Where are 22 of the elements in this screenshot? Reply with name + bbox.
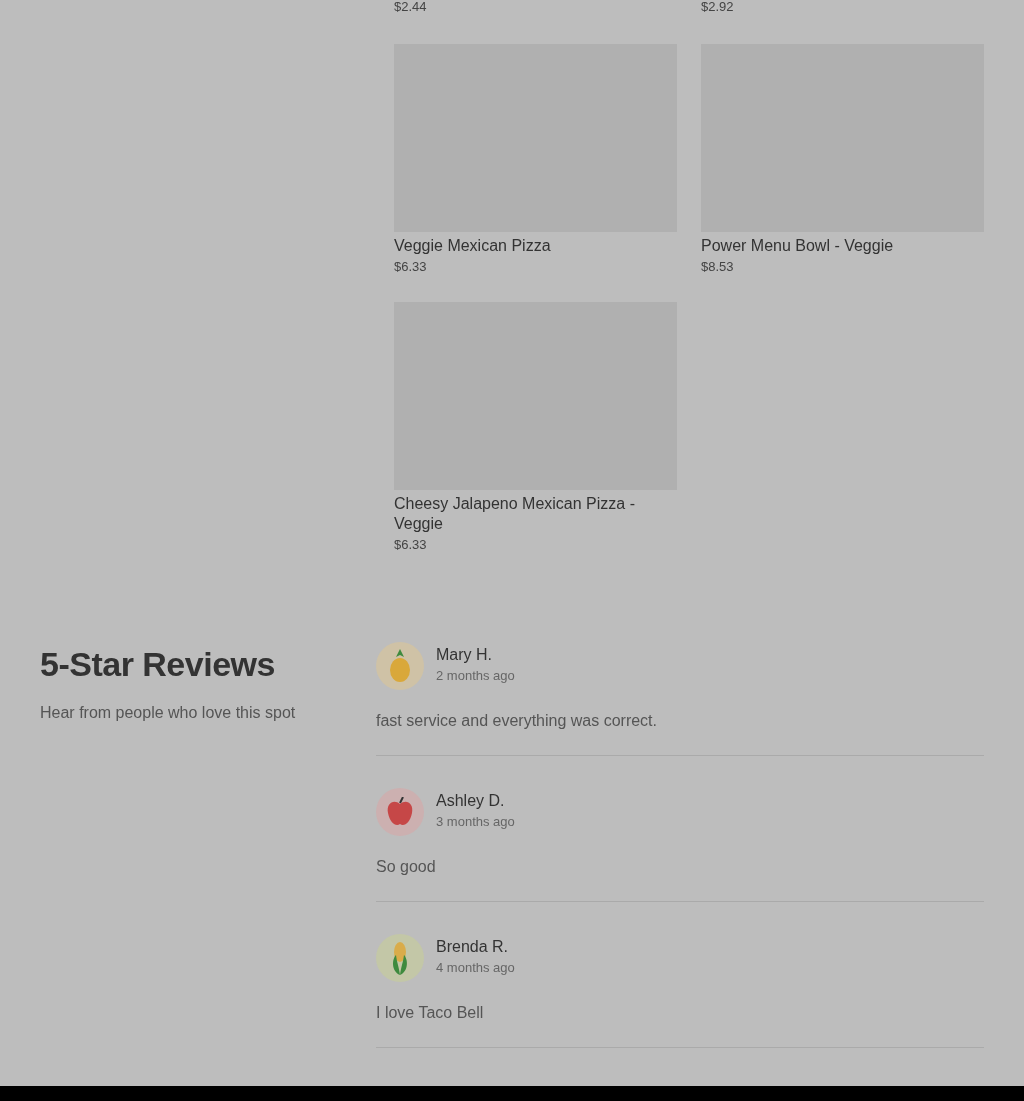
item-name[interactable]: Veggie Mexican Pizza xyxy=(394,236,677,256)
corn-icon xyxy=(391,941,409,975)
item-price: $2.92 xyxy=(701,0,735,16)
item-price: $6.33 xyxy=(394,258,428,276)
reviewer-name: Mary H. xyxy=(436,645,493,664)
section-subtitle: Hear from people who love this spot xyxy=(40,704,297,722)
review-time: 4 months ago xyxy=(436,959,515,975)
section-title: 5-Star Reviews xyxy=(40,644,276,685)
pineapple-icon xyxy=(389,649,411,683)
review-text: fast service and everything was correct. xyxy=(376,712,658,730)
item-price: $6.33 xyxy=(394,536,428,554)
item-name[interactable]: Power Menu Bowl - Veggie xyxy=(701,236,984,256)
reviewer-name: Ashley D. xyxy=(436,791,506,810)
reviewer-name: Brenda R. xyxy=(436,937,510,956)
review-text: So good xyxy=(376,858,437,876)
review-text: I love Taco Bell xyxy=(376,1004,485,1022)
item-price: $2.44 xyxy=(394,0,428,16)
review-time: 2 months ago xyxy=(436,667,515,683)
apple-icon xyxy=(386,797,414,827)
item-price: $8.53 xyxy=(701,258,735,276)
review-time: 3 months ago xyxy=(436,813,515,829)
item-name[interactable]: Cheesy Jalapeno Mexican Pizza - Veggie xyxy=(394,494,677,534)
